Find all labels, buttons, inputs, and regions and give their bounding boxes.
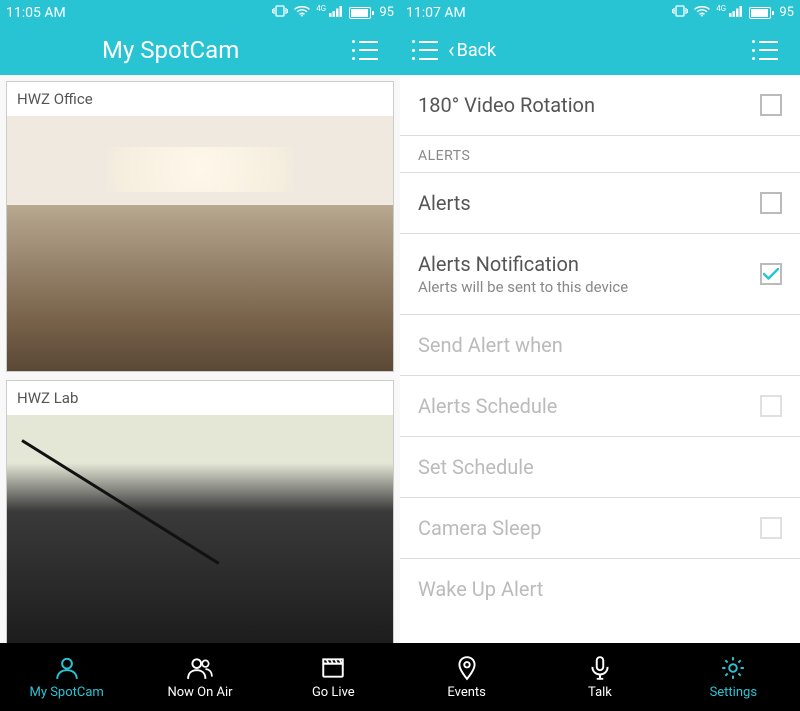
setting-wake-up-alert[interactable]: Wake Up Alert (400, 559, 800, 619)
setting-video-rotation[interactable]: 180° Video Rotation (400, 75, 800, 136)
person-icon (54, 655, 80, 681)
setting-alerts[interactable]: Alerts (400, 173, 800, 234)
camera-thumbnail[interactable] (7, 116, 393, 371)
tab-label: Talk (588, 685, 612, 700)
camera-label: HWZ Office (7, 82, 393, 116)
back-button[interactable]: Back (457, 40, 497, 61)
status-time: 11:05 AM (6, 5, 66, 21)
setting-label: 180° Video Rotation (418, 93, 595, 117)
setting-set-schedule[interactable]: Set Schedule (400, 437, 800, 498)
back-chevron-icon[interactable]: ‹ (448, 38, 455, 63)
app-bar-right: ‹ Back (400, 25, 800, 75)
tab-label: Go Live (312, 685, 355, 700)
camera-list: HWZ Office HWZ Lab (0, 75, 400, 711)
status-icons: 4G 95 (272, 5, 394, 21)
menu-list-icon[interactable] (752, 40, 778, 60)
setting-camera-sleep[interactable]: Camera Sleep (400, 498, 800, 559)
gear-icon (720, 655, 746, 681)
checkbox[interactable] (760, 395, 782, 417)
vibrate-icon (672, 5, 688, 21)
setting-label: Camera Sleep (418, 516, 541, 540)
app-bar-left: My SpotCam (0, 25, 400, 75)
camera-thumbnail[interactable] (7, 415, 393, 655)
clapper-icon (320, 655, 346, 681)
checkbox[interactable] (760, 94, 782, 116)
settings-list: 180° Video Rotation ALERTS Alerts Alerts… (400, 75, 800, 711)
pin-icon (454, 655, 480, 681)
camera-card[interactable]: HWZ Office (6, 81, 394, 372)
tab-events[interactable]: Events (400, 643, 533, 711)
tab-settings[interactable]: Settings (667, 643, 800, 711)
tab-label: Now On Air (167, 685, 232, 700)
signal-icon: 4G (316, 5, 343, 21)
status-icons: 4G 95 (672, 5, 794, 21)
section-title: ALERTS (418, 148, 782, 164)
setting-label: Alerts Notification (418, 252, 628, 276)
tab-go-live[interactable]: Go Live (267, 643, 400, 711)
setting-sublabel: Alerts will be sent to this device (418, 278, 628, 296)
menu-list-icon[interactable] (412, 40, 438, 60)
vibrate-icon (272, 5, 288, 21)
setting-alerts-schedule[interactable]: Alerts Schedule (400, 376, 800, 437)
tab-label: Settings (710, 685, 757, 700)
camera-label: HWZ Lab (7, 381, 393, 415)
tab-my-spotcam[interactable]: My SpotCam (0, 643, 133, 711)
menu-list-icon[interactable] (352, 40, 378, 60)
camera-card[interactable]: HWZ Lab (6, 380, 394, 656)
status-bar-left: 11:05 AM 4G 95 (0, 0, 400, 25)
tab-label: Events (447, 685, 485, 700)
tab-label: My SpotCam (29, 685, 103, 700)
bottom-tabbar: My SpotCam Now On Air Go Live Events Tal… (0, 643, 800, 711)
status-bar-right: 11:07 AM 4G 95 (400, 0, 800, 25)
setting-alerts-notification[interactable]: Alerts Notification Alerts will be sent … (400, 234, 800, 315)
status-time: 11:07 AM (406, 5, 466, 21)
setting-send-alert-when[interactable]: Send Alert when (400, 315, 800, 376)
setting-label: Wake Up Alert (418, 577, 543, 601)
signal-icon: 4G (716, 5, 743, 21)
checkbox[interactable] (760, 517, 782, 539)
mic-icon (587, 655, 613, 681)
battery-level: 95 (779, 5, 794, 20)
checkbox-checked[interactable] (760, 263, 782, 285)
people-icon (187, 655, 213, 681)
section-header-alerts: ALERTS (400, 136, 800, 173)
battery-icon (349, 7, 373, 19)
setting-label: Set Schedule (418, 455, 534, 479)
tab-now-on-air[interactable]: Now On Air (133, 643, 266, 711)
setting-label: Alerts (418, 191, 471, 215)
appbar-title: My SpotCam (12, 36, 352, 64)
setting-label: Alerts Schedule (418, 394, 557, 418)
checkmark-icon (763, 268, 779, 280)
battery-level: 95 (379, 5, 394, 20)
checkbox[interactable] (760, 192, 782, 214)
wifi-icon (294, 5, 310, 21)
battery-icon (749, 7, 773, 19)
tab-talk[interactable]: Talk (533, 643, 666, 711)
setting-label: Send Alert when (418, 333, 563, 357)
wifi-icon (694, 5, 710, 21)
